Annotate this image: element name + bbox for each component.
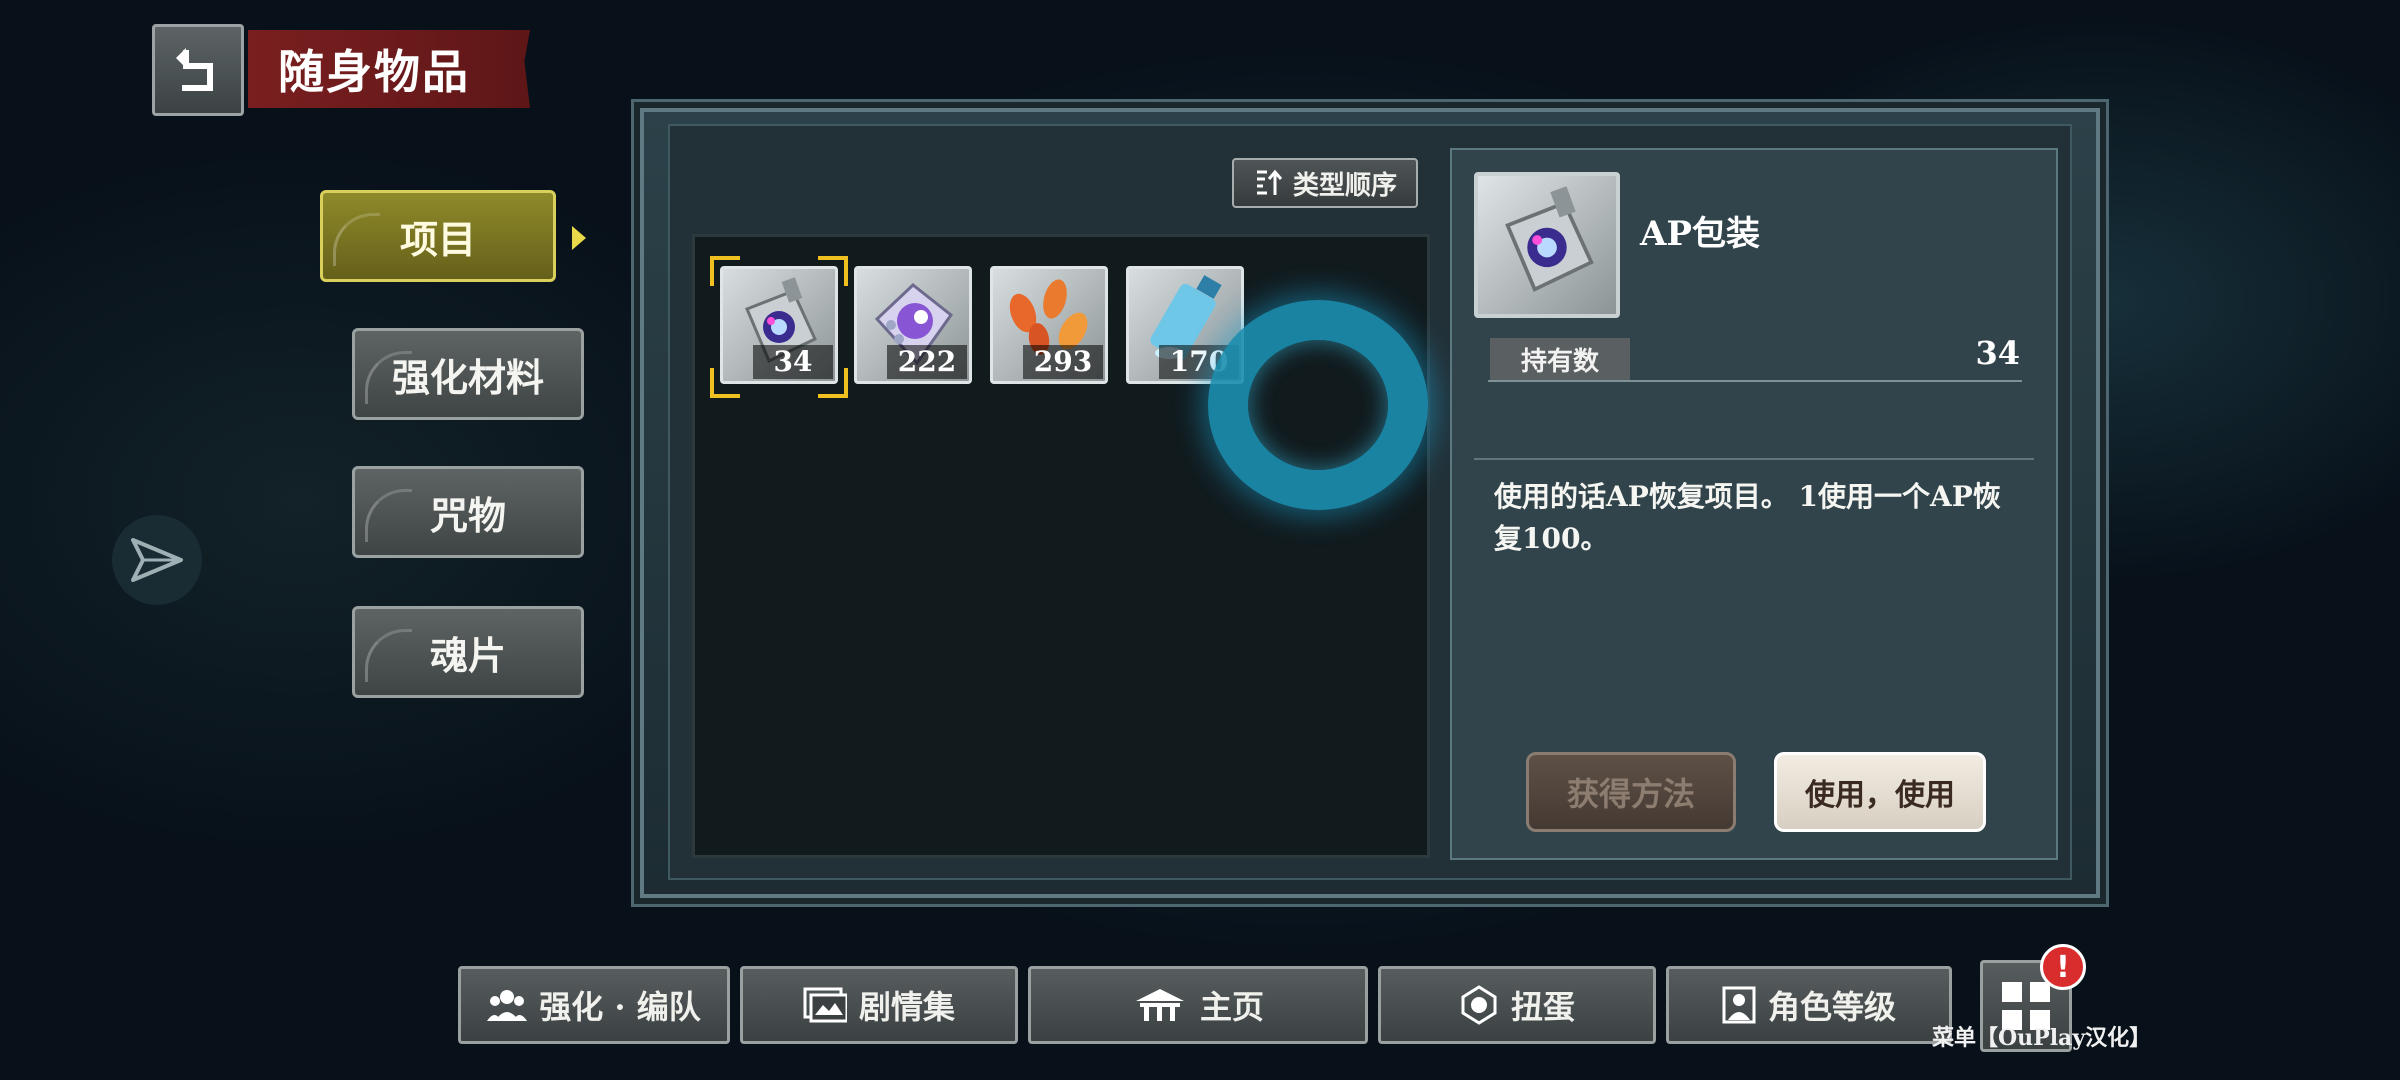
- tab-enhance-materials-label: 强化材料: [391, 354, 544, 400]
- tab-enhance-materials[interactable]: 强化材料: [352, 328, 584, 420]
- selection-corner: [710, 368, 740, 398]
- obtain-method-button[interactable]: 获得方法: [1526, 752, 1736, 832]
- nav-gacha-label: 扭蛋: [1510, 988, 1575, 1026]
- gacha-icon: [1461, 985, 1497, 1025]
- team-icon: [487, 990, 528, 1021]
- page-title: 随身物品: [248, 30, 530, 108]
- selection-corner: [818, 256, 848, 286]
- nav-enhance-team[interactable]: 强化 · 编队: [458, 966, 730, 1044]
- nav-home-label: 主页: [1199, 988, 1264, 1026]
- floating-share-button[interactable]: [112, 515, 202, 605]
- nav-home[interactable]: 主页: [1028, 966, 1368, 1044]
- item-count: 222: [887, 345, 967, 379]
- hold-count-value: 34: [1975, 334, 2020, 372]
- tab-decoration: [365, 489, 412, 542]
- sort-button-label: 类型顺序: [1292, 170, 1397, 201]
- obtain-method-label: 获得方法: [1566, 775, 1695, 813]
- ap-pack-icon: [1505, 186, 1594, 292]
- hold-count-label: 持有数: [1490, 338, 1630, 380]
- detail-item-image: [1474, 172, 1620, 318]
- nav-gacha[interactable]: 扭蛋: [1378, 966, 1656, 1044]
- back-arrow-icon: [176, 48, 213, 91]
- tab-soul-shards-label: 魂片: [429, 632, 506, 678]
- page-title-text: 随身物品: [278, 45, 470, 99]
- tab-items-label: 项目: [399, 216, 476, 262]
- nav-character-level-label: 角色等级: [1767, 988, 1896, 1026]
- sort-icon: [1256, 169, 1283, 195]
- item-slot[interactable]: 293: [990, 266, 1108, 384]
- menu-label: 菜单【OuPlay汉化】: [1932, 1025, 2152, 1051]
- item-description: 使用的话AP恢复项目。 1使用一个AP恢复100。: [1494, 480, 2001, 555]
- tab-curse-objects[interactable]: 咒物: [352, 466, 584, 558]
- loading-ring: [1208, 300, 1428, 510]
- sort-button[interactable]: 类型顺序: [1232, 158, 1418, 208]
- tab-items[interactable]: 项目: [320, 190, 556, 282]
- tab-curse-objects-label: 咒物: [429, 492, 506, 538]
- item-count: 293: [1023, 345, 1103, 379]
- paper-plane-icon: [131, 538, 183, 582]
- nav-enhance-team-label: 强化 · 编队: [539, 988, 701, 1026]
- detail-item-name: AP包装: [1640, 214, 1760, 254]
- detail-divider: [1474, 458, 2034, 460]
- selection-corner: [818, 368, 848, 398]
- tab-soul-shards[interactable]: 魂片: [352, 606, 584, 698]
- selection-corner: [710, 256, 740, 286]
- alert-badge: !: [2040, 944, 2086, 990]
- active-tab-arrow-icon: [572, 226, 586, 250]
- character-icon: [1722, 986, 1756, 1024]
- tab-decoration: [365, 351, 412, 404]
- use-button-label: 使用，使用: [1805, 778, 1955, 813]
- use-button[interactable]: 使用，使用: [1774, 752, 1986, 832]
- back-button[interactable]: [152, 24, 244, 116]
- nav-story[interactable]: 剧情集: [740, 966, 1018, 1044]
- nav-story-label: 剧情集: [858, 988, 955, 1026]
- story-icon: [803, 987, 847, 1023]
- item-slot[interactable]: 222: [854, 266, 972, 384]
- nav-character-level[interactable]: 角色等级: [1666, 966, 1952, 1044]
- home-icon: [1135, 989, 1184, 1021]
- tab-decoration: [333, 213, 380, 266]
- tab-decoration: [365, 629, 412, 682]
